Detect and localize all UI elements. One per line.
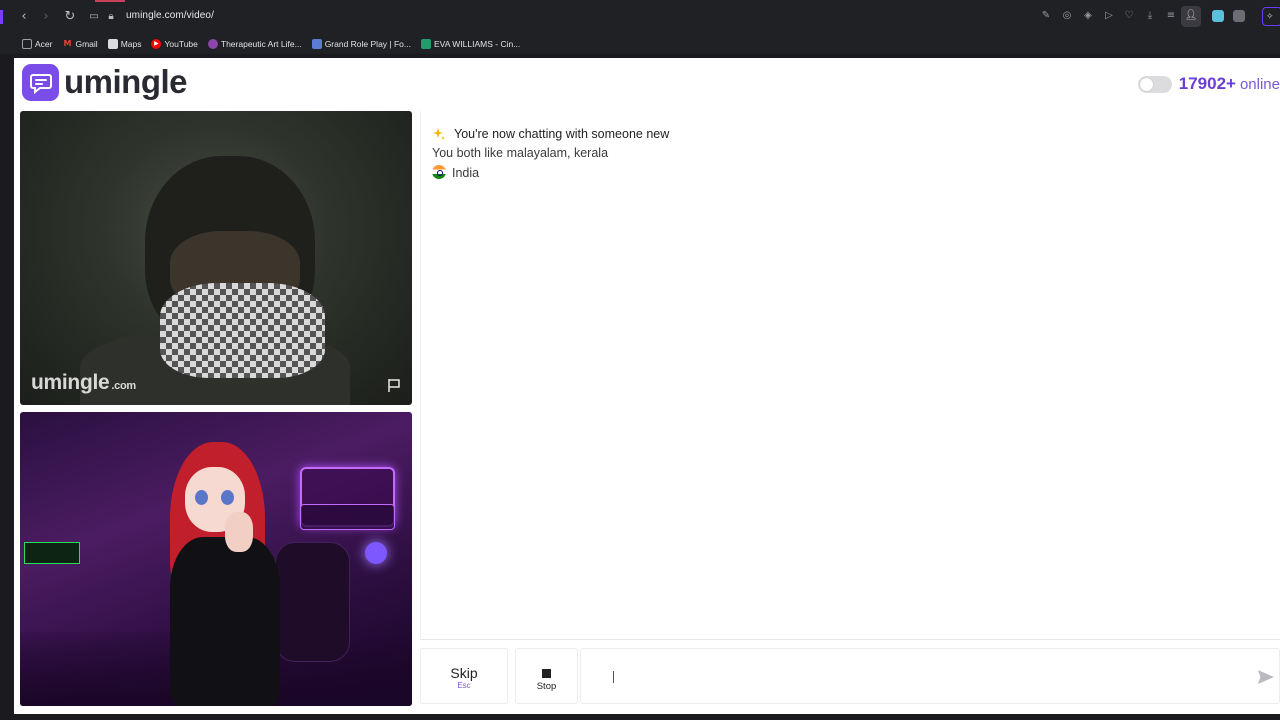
bookmark-label: EVA WILLIAMS - Cin...: [434, 38, 521, 49]
site-logo[interactable]: umingle: [22, 63, 188, 101]
menu-icon[interactable]: ≡: [1164, 9, 1178, 23]
lock-icon[interactable]: 🔒︎: [103, 9, 119, 25]
gmail-icon: M: [63, 38, 72, 48]
online-label: online: [1239, 75, 1280, 93]
bookmarks-bar: Acer M Gmail Maps ▶ YouTube Therapeutic …: [0, 33, 1280, 54]
stranger-video: umingle .com: [20, 111, 412, 405]
message-composer[interactable]: [580, 648, 1280, 704]
chat-log: You're now chatting with someone new You…: [420, 111, 1280, 640]
chat-status-title: You're now chatting with someone new: [454, 127, 670, 141]
system-message: You're now chatting with someone new: [432, 127, 669, 141]
page: umingle 17902+ online umingle .com You'r…: [14, 58, 1280, 714]
youtube-icon: ▶: [151, 38, 162, 49]
text-cursor: [613, 671, 614, 683]
download-icon[interactable]: ⤓: [1143, 9, 1157, 23]
image-icon: [311, 38, 322, 49]
stranger-country: India: [432, 165, 479, 180]
folder-icon: [22, 38, 32, 49]
sidebar-strip: [0, 54, 14, 720]
video-background: [24, 542, 80, 564]
avatar-figure: [170, 537, 280, 706]
online-count: 17902+: [1178, 74, 1236, 93]
skip-label: Skip: [450, 665, 478, 681]
video-watermark: umingle .com: [31, 371, 136, 395]
message-input[interactable]: [589, 659, 1219, 695]
extension-icon[interactable]: [1212, 10, 1224, 22]
back-icon[interactable]: ‹: [16, 9, 32, 25]
play-icon[interactable]: ▷: [1102, 9, 1116, 23]
stop-label: Stop: [536, 681, 557, 692]
video-background: [275, 542, 350, 662]
avatar-figure: [225, 512, 253, 552]
bookmark-label: Therapeutic Art Life...: [220, 38, 302, 49]
avatar-figure: [221, 490, 234, 505]
skip-shortcut-hint: Esc: [457, 681, 471, 690]
shield-icon[interactable]: ◈: [1081, 9, 1095, 23]
profile-icon[interactable]: 👤︎: [1184, 9, 1198, 23]
browser-toolbar: ‹ › ↻ ▭ 🔒︎ umingle.com/video/ ✎ ◎ ◈ ▷ ♡ …: [0, 0, 1280, 33]
sparkle-icon: [433, 128, 445, 140]
theme-toggle[interactable]: [1137, 75, 1172, 93]
camera-icon[interactable]: ◎: [1060, 9, 1074, 23]
bookmark-label: Grand Role Play | Fo...: [324, 38, 411, 49]
watermark-text: umingle: [31, 371, 110, 394]
bookmark-item[interactable]: Maps: [107, 38, 142, 49]
video-background: [365, 542, 387, 564]
send-icon[interactable]: [1257, 669, 1275, 685]
self-video: [20, 412, 412, 706]
heart-icon[interactable]: ♡: [1122, 9, 1136, 23]
forward-icon[interactable]: ›: [38, 9, 54, 25]
bookmark-item[interactable]: ▶ YouTube: [151, 38, 198, 49]
extension-icon[interactable]: [1233, 10, 1245, 22]
shared-interests: You both like malayalam, kerala: [432, 146, 609, 160]
edit-icon[interactable]: ✎: [1039, 9, 1053, 23]
document-icon: [107, 38, 118, 49]
india-flag-icon: [432, 165, 446, 179]
bookmark-item[interactable]: Grand Role Play | Fo...: [311, 38, 411, 49]
bookmark-item[interactable]: M Gmail: [62, 38, 98, 49]
bookmark-label: Gmail: [75, 38, 98, 49]
stop-button[interactable]: Stop: [515, 648, 578, 704]
site-icon: [421, 38, 431, 49]
watermark-suffix: .com: [111, 380, 136, 392]
bookmark-item[interactable]: Therapeutic Art Life...: [207, 38, 302, 49]
bookmark-item[interactable]: Acer: [22, 38, 53, 49]
video-subject: [160, 283, 325, 378]
logo-text: umingle: [64, 63, 188, 100]
bookmark-label: Acer: [35, 38, 53, 49]
window-accent: [0, 10, 3, 24]
video-background: [300, 504, 395, 530]
online-indicator: 17902+ online: [1137, 74, 1280, 94]
bookmark-label: Maps: [120, 38, 142, 49]
chat-bubble-icon: [22, 63, 59, 101]
address-bar[interactable]: umingle.com/video/: [126, 10, 214, 21]
avatar-figure: [195, 490, 208, 505]
bookmark-label: YouTube: [164, 38, 198, 49]
skip-button[interactable]: Skip Esc: [420, 648, 508, 704]
site-icon: [207, 38, 218, 49]
tab-accent: [95, 0, 125, 2]
ai-assistant-button[interactable]: ✧: [1262, 7, 1280, 26]
bookmark-item[interactable]: EVA WILLIAMS - Cin...: [421, 38, 521, 49]
reload-icon[interactable]: ↻: [62, 9, 78, 25]
site-info-icon[interactable]: ▭: [86, 9, 102, 25]
stop-icon: [542, 669, 551, 678]
report-flag-icon[interactable]: [386, 377, 402, 393]
country-label: India: [452, 166, 480, 180]
